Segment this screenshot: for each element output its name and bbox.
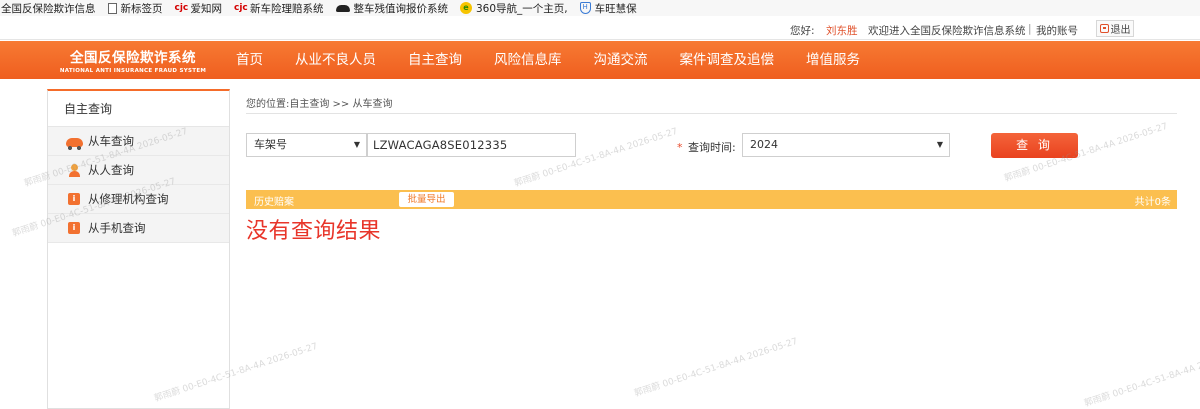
query-type-select[interactable]: 车架号 ▼ (246, 133, 367, 157)
nav-case-investigation[interactable]: 案件调查及追偿 (680, 41, 775, 79)
sidebar-title: 自主查询 (48, 91, 229, 127)
bookmark-fraud-system[interactable]: 全国反保险欺诈信息 (1, 1, 96, 16)
bookmark-label: 车旺慧保 (594, 2, 637, 15)
sidebar-item-label: 从人查询 (88, 163, 134, 177)
page-icon (107, 2, 117, 14)
browser-360-icon: e (460, 2, 472, 14)
sidebar-item-phone-query[interactable]: i 从手机查询 (48, 214, 229, 243)
phone-icon: i (68, 222, 80, 234)
nav-value-added[interactable]: 增值服务 (806, 41, 860, 79)
cjc-logo-icon: cjc (234, 2, 248, 13)
breadcrumb: 您的位置:自主查询 >> 从车查询 (246, 99, 393, 110)
username-link[interactable]: 刘东胜 (826, 23, 858, 38)
bookmark-residual-value[interactable]: 整车残值询报价系统 (335, 1, 449, 16)
year-value: 2024 (750, 138, 778, 151)
repair-shop-icon: i (68, 193, 80, 205)
nav-home[interactable]: 首页 (236, 41, 263, 79)
no-result-message: 没有查询结果 (246, 219, 382, 244)
welcome-text: 欢迎进入全国反保险欺诈信息系统 (868, 25, 1026, 37)
required-mark: * (677, 141, 683, 154)
watermark: 郭雨蔚 00-E0-4C-51-8A-4A 2026-05-27 (633, 336, 799, 400)
car-icon (335, 4, 350, 12)
bookmark-label: 整车残值询报价系统 (353, 2, 449, 15)
brand-title: 全国反保险欺诈系统 (70, 50, 196, 66)
brand-subtitle: NATIONAL ANTI INSURANCE FRAUD SYSTEM (59, 68, 207, 74)
sidebar-item-label: 从车查询 (88, 134, 134, 148)
history-claims-label: 历史赔案 (254, 197, 294, 208)
shield-icon: H (579, 2, 591, 14)
bookmark-new-tab[interactable]: 新标签页 (107, 1, 163, 16)
bookmark-label: 爱知网 (190, 2, 223, 15)
sidebar-item-vehicle-query[interactable]: 从车查询 (48, 127, 229, 156)
results-header-bar: 历史赔案 批量导出 共计0条 (246, 190, 1177, 209)
nav-bad-practitioners[interactable]: 从业不良人员 (295, 41, 376, 79)
logout-label: 退出 (1110, 25, 1131, 36)
bookmark-chewang[interactable]: H 车旺慧保 (579, 1, 637, 16)
sidebar-item-label: 从修理机构查询 (88, 192, 169, 206)
logout-icon (1099, 24, 1109, 33)
bookmark-label: 新标签页 (120, 2, 163, 15)
my-account-link[interactable]: 我的账号 (1036, 23, 1078, 38)
divider: | (1028, 23, 1032, 35)
sidebar: 自主查询 从车查询 从人查询 i 从修理机构查询 i 从手机查询 (47, 89, 230, 409)
sidebar-item-repair-shop-query[interactable]: i 从修理机构查询 (48, 185, 229, 214)
vin-input[interactable]: LZWACAGA8SE012335 (367, 133, 576, 157)
bookmark-360-nav[interactable]: e 360导航_一个主页, (460, 1, 568, 16)
main-navigation: 全国反保险欺诈系统 NATIONAL ANTI INSURANCE FRAUD … (0, 41, 1200, 79)
user-bar: 您好: 刘东胜 欢迎进入全国反保险欺诈信息系统 | 我的账号 退出 (0, 18, 1200, 40)
bookmarks-bar: 全国反保险欺诈信息 新标签页 cjc 爱知网 cjc 新车险理赔系统 整车残值询… (0, 0, 1200, 16)
sidebar-item-label: 从手机查询 (88, 221, 146, 235)
person-icon (69, 163, 80, 177)
query-type-value: 车架号 (254, 138, 287, 151)
bookmark-label: 360导航_一个主页, (476, 2, 568, 15)
nav-risk-database[interactable]: 风险信息库 (494, 41, 562, 79)
query-button[interactable]: 查 询 (991, 133, 1078, 158)
sidebar-item-person-query[interactable]: 从人查询 (48, 156, 229, 185)
divider (246, 113, 1177, 114)
watermark: 郭雨蔚 00-E0-4C-51-8A-4A 2026-05-27 (1083, 346, 1200, 409)
nav-self-query[interactable]: 自主查询 (408, 41, 462, 79)
total-count: 共计0条 (1134, 197, 1171, 208)
chevron-down-icon: ▼ (353, 140, 360, 149)
bookmark-label: 全国反保险欺诈信息 (1, 2, 96, 15)
cjc-logo-icon: cjc (174, 2, 189, 13)
chevron-down-icon: ▼ (936, 140, 943, 149)
query-time-label-text: 查询时间: (688, 141, 736, 154)
bookmark-label: 新车险理赔系统 (250, 2, 324, 15)
nav-items: 首页 从业不良人员 自主查询 风险信息库 沟通交流 案件调查及追偿 增值服务 (236, 41, 892, 79)
year-select[interactable]: 2024 ▼ (742, 133, 950, 157)
brand-logo[interactable]: 全国反保险欺诈系统 NATIONAL ANTI INSURANCE FRAUD … (48, 43, 218, 77)
greeting-text: 您好: (790, 25, 815, 37)
bookmark-aizhi[interactable]: cjc 爱知网 (175, 1, 223, 16)
logout-button[interactable]: 退出 (1096, 20, 1134, 37)
bookmark-claims-system[interactable]: cjc 新车险理赔系统 (234, 1, 324, 16)
nav-communication[interactable]: 沟通交流 (594, 41, 648, 79)
car-icon (66, 138, 83, 150)
query-time-label: * 查询时间: (677, 139, 736, 155)
batch-export-button[interactable]: 批量导出 (399, 192, 454, 207)
